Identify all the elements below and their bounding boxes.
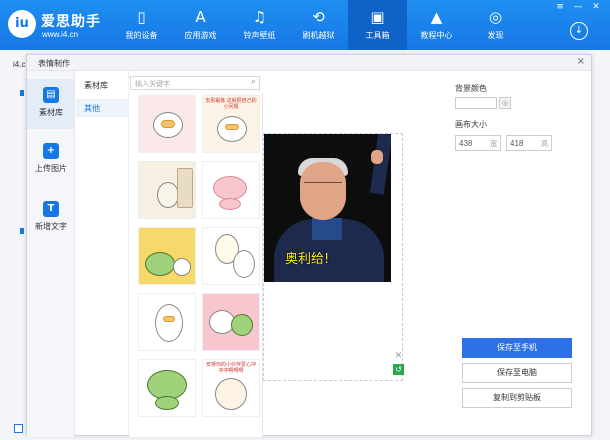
- sidebar-item-label: 素材库: [39, 108, 63, 117]
- nav-item-5[interactable]: ▲ 教程中心: [407, 0, 466, 50]
- sidebar-item-upload[interactable]: + 上传图片: [27, 135, 75, 185]
- minimize-icon[interactable]: —: [572, 2, 584, 12]
- close-window-icon[interactable]: ✕: [590, 2, 602, 12]
- graduation-cap-icon: ▲: [430, 8, 443, 26]
- category-item-label: 其他: [84, 104, 100, 113]
- nav-item-4[interactable]: ▣ 工具箱: [348, 0, 407, 50]
- nav-item-3[interactable]: ⟲ 刷机越狱: [289, 0, 348, 50]
- delete-text-icon[interactable]: ✕: [393, 351, 404, 362]
- color-picker-icon[interactable]: ◎: [499, 97, 511, 109]
- category-list: 素材库 其他: [76, 71, 129, 437]
- sticker-caption: 安排你的小伙伴爱心冲冲冲啊啊啊: [205, 362, 256, 374]
- nav-item-label: 应用游戏: [184, 31, 217, 40]
- copy-to-clipboard-button[interactable]: 复制到剪贴板: [462, 388, 572, 408]
- canvas-height-field[interactable]: 418 高: [506, 135, 552, 151]
- toolbox-icon: ▣: [370, 8, 385, 26]
- sticker-item[interactable]: [202, 293, 260, 351]
- nav-item-label: 我的设备: [125, 31, 158, 40]
- sticker-item[interactable]: [138, 161, 196, 219]
- upload-image-icon: +: [43, 143, 59, 159]
- nav-item-label: 铃声壁纸: [243, 31, 276, 40]
- canvas-size-label: 画布大小: [455, 120, 487, 129]
- sidebar-item-library[interactable]: ▤ 素材库: [27, 79, 75, 129]
- height-unit: 高: [541, 141, 548, 148]
- rotate-icon[interactable]: ↺: [393, 364, 404, 375]
- sticker-item[interactable]: [138, 227, 196, 285]
- save-to-pc-button[interactable]: 保存至电脑: [462, 363, 572, 383]
- category-item-other[interactable]: 其他: [76, 99, 129, 117]
- app-name: 爱思助手: [41, 14, 101, 30]
- bg-color-swatch[interactable]: [455, 97, 497, 109]
- menu-icon[interactable]: ≡: [554, 2, 566, 12]
- canvas-width-field[interactable]: 438 宽: [455, 135, 501, 151]
- dialog-sidebar: ▤ 素材库 + 上传图片 T 新增文字: [27, 71, 75, 437]
- app-store-icon: A: [195, 8, 206, 26]
- background-marker: [20, 90, 24, 96]
- sidebar-item-add-text[interactable]: T 新增文字: [27, 193, 75, 243]
- download-icon[interactable]: ↓: [570, 22, 588, 40]
- canvas-caption-text[interactable]: 奥利给!: [285, 248, 329, 267]
- sticker-grid: 去看锻炼 这就把自己的小问题 安排你的小伙伴爱心冲冲冲啊啊啊: [130, 93, 263, 437]
- background-checkbox[interactable]: [14, 424, 23, 433]
- sticker-item[interactable]: [138, 95, 196, 153]
- phone-icon: ▯: [137, 8, 146, 26]
- dialog-titlebar: 表情制作 ×: [27, 55, 591, 71]
- ringtone-icon: ♫: [252, 8, 267, 26]
- sidebar-item-label: 新增文字: [35, 222, 67, 231]
- app-logo: iu 爱思助手 www.i4.cn: [8, 8, 118, 42]
- nav-item-0[interactable]: ▯ 我的设备: [112, 0, 171, 50]
- sticker-item[interactable]: [202, 161, 260, 219]
- category-header: 素材库: [84, 81, 108, 90]
- sidebar-item-label: 上传图片: [35, 164, 67, 173]
- nav-item-label: 发现: [487, 31, 504, 40]
- nav-item-label: 刷机越狱: [302, 31, 335, 40]
- dialog-title: 表情制作: [38, 59, 70, 68]
- flash-icon: ⟲: [312, 8, 325, 26]
- window-controls: ≡ — ✕: [554, 2, 602, 12]
- dialog-close-icon[interactable]: ×: [577, 56, 585, 67]
- emoji-maker-dialog: 表情制作 × ▤ 素材库 + 上传图片 T 新增文字 素材库 其他 输入关键字 …: [26, 54, 592, 437]
- canvas-height-value: 418: [510, 139, 524, 148]
- sticker-item[interactable]: [202, 227, 260, 285]
- background-marker: [20, 228, 24, 234]
- sticker-item[interactable]: 去看锻炼 这就把自己的小问题: [202, 95, 260, 153]
- sticker-item[interactable]: [138, 359, 196, 417]
- search-input[interactable]: 输入关键字 ⌕: [130, 76, 260, 90]
- width-unit: 宽: [490, 141, 497, 148]
- main-nav: ▯ 我的设备 A 应用游戏 ♫ 铃声壁纸 ⟲ 刷机越狱 ▣ 工具箱 ▲ 教程中心 ◎ 发现: [112, 0, 525, 50]
- logo-mark-icon: iu: [8, 10, 36, 38]
- library-icon: ▤: [43, 87, 59, 103]
- app-url: www.i4.cn: [42, 30, 79, 39]
- sticker-caption: 去看锻炼 这就把自己的小问题: [205, 98, 257, 110]
- nav-item-2[interactable]: ♫ 铃声壁纸: [230, 0, 289, 50]
- text-icon: T: [43, 201, 59, 217]
- canvas-width-value: 438: [459, 139, 473, 148]
- nav-item-1[interactable]: A 应用游戏: [171, 0, 230, 50]
- sticker-item[interactable]: [138, 293, 196, 351]
- nav-item-label: 教程中心: [420, 31, 453, 40]
- save-to-phone-button[interactable]: 保存至手机: [462, 338, 572, 358]
- top-bar: iu 爱思助手 www.i4.cn ▯ 我的设备 A 应用游戏 ♫ 铃声壁纸 ⟲ 刷机越狱 ▣ 工…: [0, 0, 610, 50]
- nav-item-6[interactable]: ◎ 发现: [466, 0, 525, 50]
- search-placeholder: 输入关键字: [135, 81, 170, 88]
- bg-color-label: 背景颜色: [455, 84, 487, 93]
- compass-icon: ◎: [488, 8, 503, 26]
- search-icon[interactable]: ⌕: [251, 77, 256, 87]
- sticker-item[interactable]: 安排你的小伙伴爱心冲冲冲啊啊啊: [202, 359, 260, 417]
- nav-item-label: 工具箱: [365, 31, 390, 40]
